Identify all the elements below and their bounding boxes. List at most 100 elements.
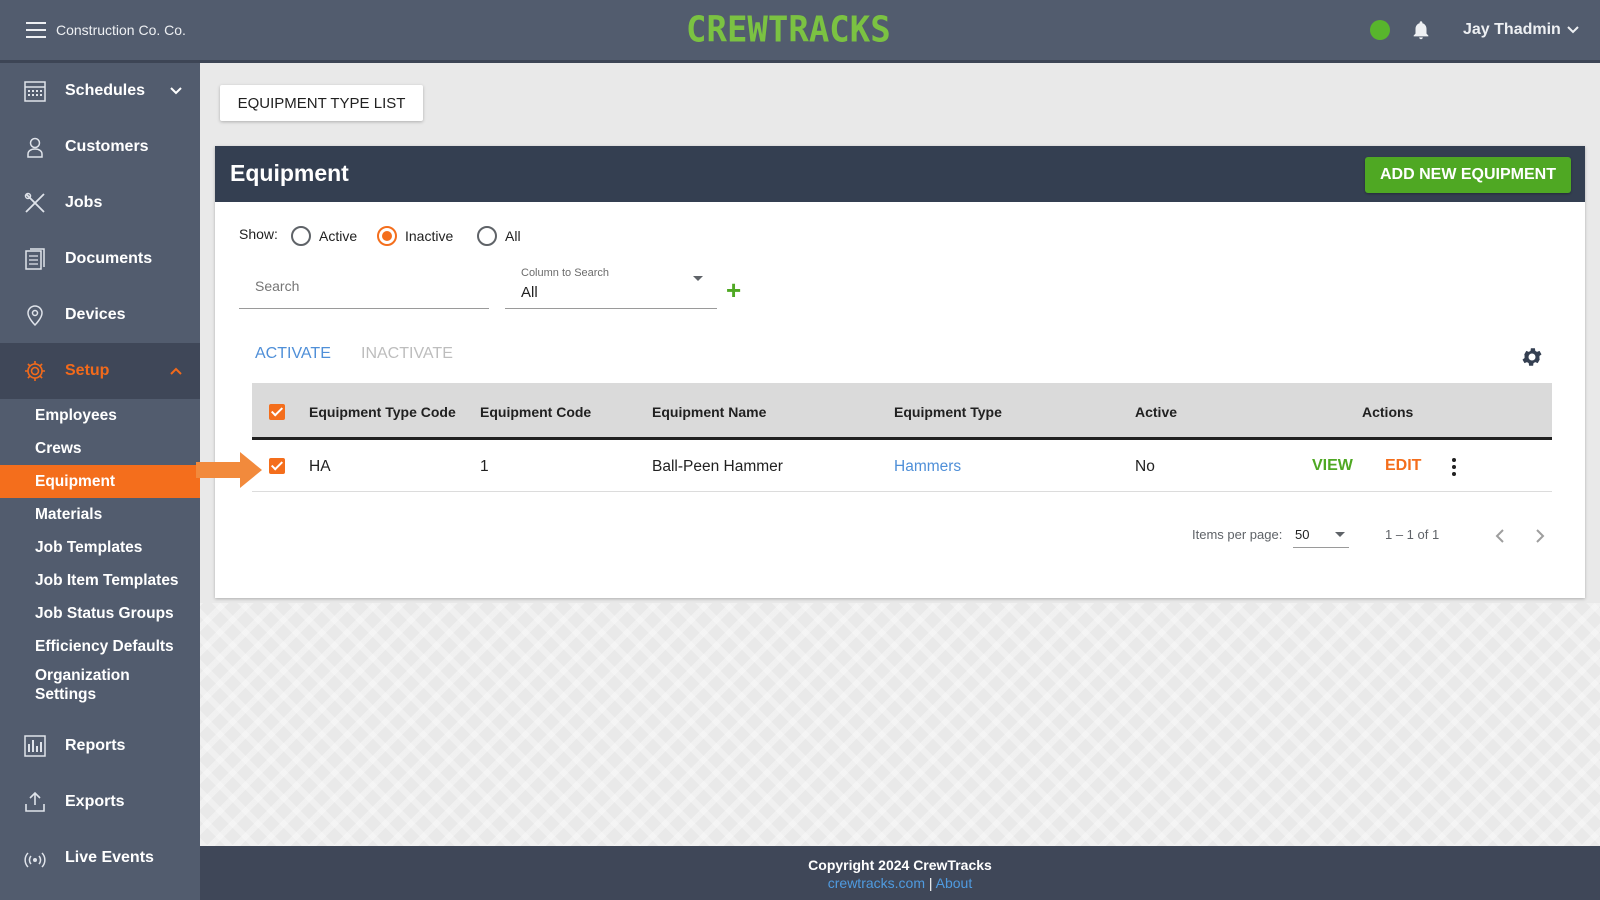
items-per-page-select[interactable]: 50	[1293, 520, 1349, 548]
dropdown-arrow-icon	[693, 276, 703, 281]
sidebar-item-live-events[interactable]: Live Events	[0, 830, 200, 886]
sidebar-item-equipment[interactable]: Equipment	[0, 465, 200, 498]
filter-active-radio[interactable]: Active	[291, 226, 357, 246]
column-header[interactable]: Equipment Name	[652, 404, 766, 420]
sidebar-item-label: Live Events	[65, 849, 154, 866]
next-page-icon[interactable]	[1528, 524, 1552, 548]
radio-label: All	[505, 228, 521, 244]
column-search-value: All	[521, 284, 538, 301]
select-all-checkbox[interactable]	[269, 404, 285, 420]
menu-icon[interactable]	[26, 22, 46, 38]
column-header[interactable]: Equipment Type	[894, 404, 1002, 420]
column-header: Actions	[1362, 404, 1414, 420]
activate-button[interactable]: ACTIVATE	[255, 345, 331, 363]
sidebar-item-label: Schedules	[65, 82, 146, 99]
table-header: Equipment Type Code Equipment Code Equip…	[252, 383, 1552, 440]
location-pin-icon	[27, 305, 43, 327]
sidebar-item-employees[interactable]: Employees	[0, 399, 200, 432]
crewtracks-logo: CREWTRACKS	[686, 9, 891, 51]
sidebar-item-job-templates[interactable]: Job Templates	[0, 531, 200, 564]
sidebar-item-documents[interactable]: Documents	[0, 231, 200, 287]
filter-all-radio[interactable]: All	[477, 226, 521, 246]
sidebar: Schedules Customers Jobs Documents Devic…	[0, 63, 200, 900]
show-label: Show:	[239, 226, 278, 242]
search-field	[239, 259, 489, 309]
add-filter-icon[interactable]: +	[726, 277, 741, 303]
paginator: Items per page: 50 1 – 1 of 1	[215, 516, 1585, 556]
previous-page-icon[interactable]	[1488, 524, 1512, 548]
equipment-code: 1	[480, 458, 489, 475]
sidebar-item-label: Setup	[65, 362, 110, 379]
row-checkbox[interactable]	[269, 458, 285, 474]
table-row[interactable]: HA 1 Ball-Peen Hammer Hammers No VIEW ED…	[252, 440, 1552, 492]
column-search-label: Column to Search	[521, 267, 610, 279]
broadcast-icon	[24, 852, 46, 868]
sidebar-item-customers[interactable]: Customers	[0, 119, 200, 175]
company-name: Construction Co. Co.	[56, 22, 186, 38]
inactivate-button: INACTIVATE	[361, 345, 453, 362]
pointer-arrow-icon	[196, 452, 262, 488]
sidebar-item-exports[interactable]: Exports	[0, 774, 200, 830]
sidebar-item-label: Documents	[65, 250, 153, 267]
items-per-page-value: 50	[1295, 527, 1310, 542]
radio-label: Active	[319, 228, 358, 244]
radio-circle	[291, 226, 311, 246]
about-link[interactable]: About	[936, 875, 973, 891]
page-range: 1 – 1 of 1	[1385, 527, 1440, 542]
radio-label: Inactive	[405, 228, 454, 244]
add-new-equipment-button[interactable]: ADD NEW EQUIPMENT	[1365, 157, 1571, 193]
sidebar-item-devices[interactable]: Devices	[0, 287, 200, 343]
sidebar-item-job-status-groups[interactable]: Job Status Groups	[0, 597, 200, 630]
sidebar-item-efficiency-defaults[interactable]: Efficiency Defaults	[0, 630, 200, 663]
more-options-icon[interactable]	[1452, 458, 1458, 476]
card-header: Equipment ADD NEW EQUIPMENT	[215, 146, 1585, 202]
chevron-down-icon	[170, 87, 182, 95]
documents-icon	[25, 248, 45, 270]
sidebar-item-label: Devices	[65, 306, 126, 323]
tools-icon	[24, 192, 45, 213]
equipment-type-code: HA	[309, 458, 331, 475]
sidebar-item-materials[interactable]: Materials	[0, 498, 200, 531]
chevron-up-icon	[170, 367, 182, 375]
chevron-down-icon	[1567, 26, 1579, 34]
calendar-icon	[24, 81, 46, 102]
search-input[interactable]	[239, 259, 489, 308]
column-to-search-select[interactable]: Column to Search All	[505, 259, 717, 309]
active-value: No	[1135, 458, 1155, 475]
page-title: Equipment	[230, 160, 349, 186]
column-header[interactable]: Active	[1135, 404, 1177, 420]
crewtracks-link[interactable]: crewtracks.com	[828, 875, 925, 891]
sidebar-item-jobs[interactable]: Jobs	[0, 175, 200, 231]
bell-icon[interactable]	[1410, 18, 1432, 42]
customer-icon	[27, 137, 43, 158]
sidebar-item-label: Reports	[65, 737, 126, 754]
settings-gear-icon[interactable]	[1520, 345, 1544, 369]
upload-icon	[25, 791, 45, 812]
sidebar-item-crews[interactable]: Crews	[0, 432, 200, 465]
gear-icon	[25, 361, 45, 381]
status-indicator	[1370, 20, 1390, 40]
filter-inactive-radio[interactable]: Inactive	[377, 226, 453, 246]
column-header[interactable]: Equipment Code	[480, 404, 591, 420]
sidebar-item-job-item-templates[interactable]: Job Item Templates	[0, 564, 200, 597]
user-menu[interactable]: Jay Thadmin	[1463, 21, 1579, 39]
view-button[interactable]: VIEW	[1312, 457, 1353, 475]
column-header[interactable]: Equipment Type Code	[309, 404, 456, 420]
sidebar-item-label: Customers	[65, 138, 149, 155]
top-bar: Construction Co. Co. CREWTRACKS Jay Thad…	[0, 0, 1600, 63]
bar-chart-icon	[24, 735, 46, 757]
user-name: Jay Thadmin	[1463, 21, 1561, 38]
sidebar-item-schedules[interactable]: Schedules	[0, 63, 200, 119]
footer-separator: |	[928, 875, 933, 891]
equipment-type-list-button[interactable]: EQUIPMENT TYPE LIST	[220, 85, 423, 121]
items-per-page-label: Items per page:	[1192, 527, 1283, 542]
radio-circle	[477, 226, 497, 246]
equipment-type-link[interactable]: Hammers	[894, 458, 961, 476]
edit-button[interactable]: EDIT	[1385, 457, 1421, 475]
sidebar-item-setup[interactable]: Setup	[0, 343, 200, 399]
dropdown-arrow-icon	[1335, 532, 1345, 537]
sidebar-item-reports[interactable]: Reports	[0, 718, 200, 774]
footer: Copyright 2024 CrewTracks crewtracks.com…	[200, 846, 1600, 900]
sidebar-item-organization-settings[interactable]: Organization Settings	[0, 666, 160, 712]
copyright-text: Copyright 2024 CrewTracks	[808, 857, 992, 873]
